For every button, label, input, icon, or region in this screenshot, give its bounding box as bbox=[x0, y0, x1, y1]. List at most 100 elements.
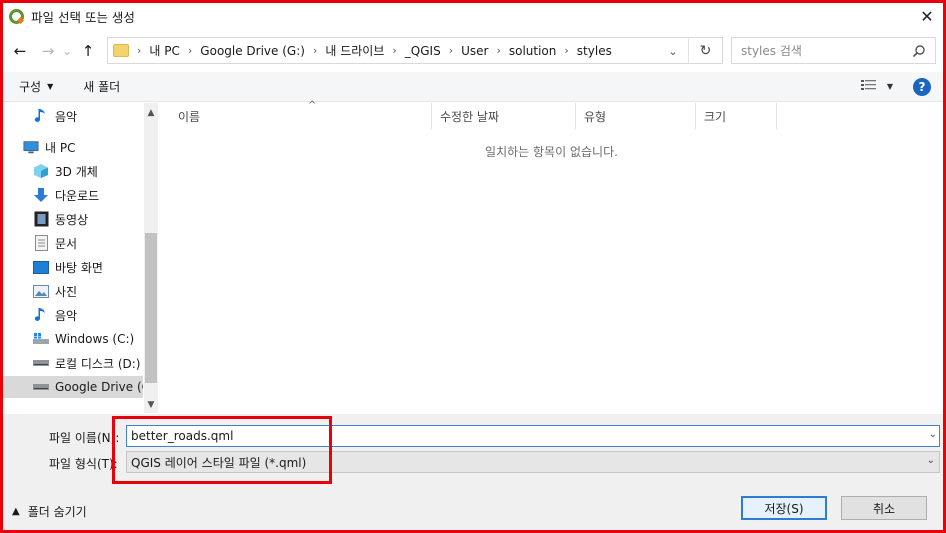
back-button[interactable]: ← bbox=[9, 40, 31, 62]
chevron-down-icon[interactable]: ⌄ bbox=[929, 429, 937, 440]
sidebar-item-label: 음악 bbox=[55, 308, 78, 323]
sidebar-item-music-2[interactable]: 음악 bbox=[3, 304, 143, 326]
column-header-label: 크기 bbox=[704, 109, 727, 124]
command-toolbar: 구성 ▼ 새 폴더 ▼ ? bbox=[3, 72, 943, 102]
sidebar-item-google-drive-g[interactable]: Google Drive (G:) bbox=[3, 376, 143, 398]
navigation-bar: ← → ⌄ ↑ › 내 PC › Google Drive (G:) › 내 드… bbox=[3, 34, 943, 68]
chevron-right-icon: › bbox=[187, 44, 193, 57]
sidebar-item-3d-objects[interactable]: 3D 개체 bbox=[3, 160, 143, 182]
search-icon bbox=[909, 41, 929, 61]
filename-value: better_roads.qml bbox=[131, 429, 234, 443]
music-icon bbox=[33, 108, 49, 124]
sidebar-item-videos[interactable]: 동영상 bbox=[3, 208, 143, 230]
sidebar-item-pictures[interactable]: 사진 bbox=[3, 280, 143, 302]
column-header-label: 수정한 날짜 bbox=[440, 109, 500, 124]
breadcrumb: › 내 PC › Google Drive (G:) › 내 드라이브 › _Q… bbox=[129, 42, 612, 59]
sidebar-item-windows-c[interactable]: Windows (C:) bbox=[3, 328, 143, 350]
drive-icon bbox=[33, 355, 49, 371]
new-folder-label: 새 폴더 bbox=[83, 80, 121, 94]
document-icon bbox=[33, 235, 49, 251]
details-view-icon bbox=[860, 79, 877, 93]
music-icon bbox=[33, 307, 49, 323]
sidebar-item-desktop[interactable]: 바탕 화면 bbox=[3, 256, 143, 278]
up-arrow-icon: ↑ bbox=[81, 42, 95, 60]
caret-down-icon: ▼ bbox=[886, 81, 893, 91]
save-button-label: 저장(S) bbox=[764, 501, 804, 516]
filename-label: 파일 이름(N): bbox=[49, 431, 120, 445]
chevron-down-icon: ⌄ bbox=[61, 44, 73, 58]
download-icon bbox=[33, 187, 49, 203]
filename-field[interactable]: better_roads.qml ⌄ bbox=[126, 425, 940, 447]
address-bar[interactable]: › 내 PC › Google Drive (G:) › 내 드라이브 › _Q… bbox=[107, 37, 723, 64]
column-header-type[interactable]: 유형 bbox=[576, 103, 696, 129]
sidebar-item-documents[interactable]: 문서 bbox=[3, 232, 143, 254]
chevron-right-icon: › bbox=[312, 44, 318, 57]
3d-objects-icon bbox=[33, 163, 49, 179]
recent-locations-button[interactable]: ⌄ bbox=[59, 40, 75, 62]
scroll-down-icon[interactable]: ▼ bbox=[144, 397, 158, 413]
breadcrumb-item[interactable]: Google Drive (G:) bbox=[200, 44, 305, 58]
hide-folders-toggle[interactable]: ▲ 폴더 숨기기 bbox=[12, 503, 87, 520]
sidebar-item-local-disk-d[interactable]: 로컬 디스크 (D:) bbox=[3, 352, 143, 374]
sidebar-item-downloads[interactable]: 다운로드 bbox=[3, 184, 143, 206]
pc-icon bbox=[23, 139, 39, 155]
empty-folder-message: 일치하는 항목이 없습니다. bbox=[485, 145, 618, 159]
file-list[interactable]: 이름 ^ 수정한 날짜 유형 크기 일치하는 항목이 없습니다. bbox=[160, 100, 943, 413]
breadcrumb-item[interactable]: 내 PC bbox=[149, 42, 179, 59]
scroll-up-icon[interactable]: ▲ bbox=[144, 105, 158, 121]
windows-drive-icon bbox=[33, 331, 49, 347]
column-header-label: 이름 bbox=[178, 109, 201, 124]
back-arrow-icon: ← bbox=[13, 42, 27, 60]
refresh-button[interactable]: ↻ bbox=[688, 38, 722, 63]
chevron-down-icon: ⌄ bbox=[926, 455, 935, 466]
sidebar-item-label: 다운로드 bbox=[55, 188, 100, 203]
hide-folders-label: 폴더 숨기기 bbox=[27, 505, 87, 519]
forward-button[interactable]: → bbox=[37, 40, 59, 62]
save-form: 파일 이름(N): better_roads.qml ⌄ 파일 형식(T): Q… bbox=[3, 414, 943, 530]
search-box[interactable]: styles 검색 bbox=[731, 37, 936, 64]
cancel-button[interactable]: 취소 bbox=[841, 496, 927, 520]
sidebar-item-label: 사진 bbox=[55, 284, 78, 299]
sidebar-item-label: Windows (C:) bbox=[55, 332, 135, 346]
sidebar-scrollbar[interactable]: ▲ ▼ bbox=[144, 103, 158, 413]
close-button[interactable]: ✕ bbox=[915, 5, 939, 27]
pictures-icon bbox=[33, 283, 49, 299]
chevron-right-icon: › bbox=[564, 44, 569, 57]
filetype-label: 파일 형식(T): bbox=[49, 457, 118, 471]
sidebar-item-label: 음악 bbox=[55, 109, 78, 124]
help-button[interactable]: ? bbox=[913, 78, 931, 96]
chevron-right-icon: › bbox=[448, 44, 454, 57]
close-icon: ✕ bbox=[920, 6, 934, 26]
forward-arrow-icon: → bbox=[41, 42, 55, 60]
filetype-select[interactable]: QGIS 레이어 스타일 파일 (*.qml) ⌄ bbox=[126, 451, 940, 473]
video-icon bbox=[33, 211, 49, 227]
breadcrumb-item[interactable]: 내 드라이브 bbox=[325, 42, 384, 59]
sidebar-item-label: Google Drive (G:) bbox=[55, 380, 143, 394]
help-icon: ? bbox=[918, 80, 926, 94]
sidebar-item-music[interactable]: 음악 bbox=[3, 105, 143, 127]
sidebar-item-this-pc[interactable]: 내 PC bbox=[3, 136, 143, 158]
breadcrumb-item[interactable]: styles bbox=[577, 44, 612, 58]
search-input[interactable]: styles 검색 bbox=[741, 42, 909, 59]
new-folder-button[interactable]: 새 폴더 bbox=[83, 78, 120, 95]
navigation-pane: 음악 내 PC 3D 개체 다운로드 동영상 문서 바탕 화면 사진 음악 Wi… bbox=[3, 103, 158, 413]
save-button[interactable]: 저장(S) bbox=[741, 496, 827, 520]
chevron-down-icon: ⌄ bbox=[668, 44, 678, 58]
filetype-value: QGIS 레이어 스타일 파일 (*.qml) bbox=[131, 455, 307, 470]
organize-menu[interactable]: 구성 ▼ bbox=[19, 78, 53, 95]
up-button[interactable]: ↑ bbox=[77, 40, 99, 62]
column-header-date-modified[interactable]: 수정한 날짜 bbox=[432, 103, 576, 129]
chevron-right-icon: › bbox=[137, 44, 142, 57]
sidebar-scroll-thumb[interactable] bbox=[145, 233, 157, 383]
refresh-icon: ↻ bbox=[699, 42, 712, 59]
chevron-up-icon: ▲ bbox=[12, 506, 20, 517]
breadcrumb-item[interactable]: _QGIS bbox=[405, 44, 441, 58]
view-options-button[interactable]: ▼ bbox=[860, 79, 893, 93]
breadcrumb-item[interactable]: solution bbox=[509, 44, 557, 58]
column-header-name[interactable]: 이름 ^ bbox=[170, 100, 432, 129]
address-history-dropdown[interactable]: ⌄ bbox=[664, 42, 682, 60]
breadcrumb-item[interactable]: User bbox=[461, 44, 488, 58]
window-title: 파일 선택 또는 생성 bbox=[31, 10, 135, 25]
column-header-size[interactable]: 크기 bbox=[696, 103, 777, 129]
sidebar-item-label: 내 PC bbox=[45, 140, 76, 155]
